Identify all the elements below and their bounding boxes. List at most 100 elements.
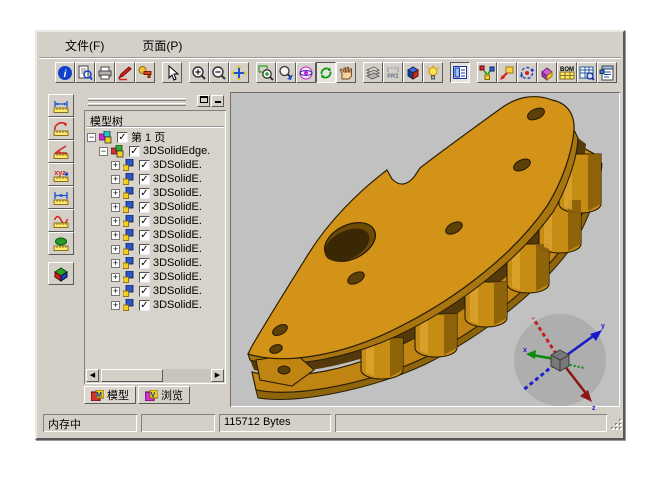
select-button[interactable] (162, 62, 182, 83)
expand-icon[interactable]: + (111, 189, 120, 198)
expand-icon[interactable]: + (111, 203, 120, 212)
view-cube-button[interactable] (48, 262, 74, 285)
info-button[interactable]: i (55, 62, 75, 83)
orbit-button[interactable] (296, 62, 316, 83)
expand-icon[interactable]: + (111, 245, 120, 254)
expand-icon[interactable]: + (111, 217, 120, 226)
pan-button[interactable] (229, 62, 249, 83)
tab-browse[interactable]: V 浏览 (138, 386, 190, 404)
menu-page[interactable]: 页面(P) (138, 35, 186, 56)
lighting-button[interactable] (423, 62, 443, 83)
scrollbar-thumb[interactable] (101, 369, 163, 382)
toolbar-group-zoom (189, 62, 249, 83)
zoom-dynamic-button[interactable] (276, 62, 296, 83)
expand-icon[interactable]: + (111, 259, 120, 268)
measure-distance-button[interactable] (48, 186, 74, 209)
measure-coordinate-button[interactable]: xyz (48, 163, 74, 186)
panel-hide-button[interactable] (211, 95, 224, 107)
print-button[interactable] (95, 62, 115, 83)
checkbox-checked[interactable]: ✓ (117, 132, 128, 143)
scroll-right-button[interactable]: ▶ (211, 369, 224, 382)
checkbox-checked[interactable]: ✓ (139, 300, 150, 311)
tree-row-page[interactable]: − ✓ 第 1 页 (87, 130, 223, 144)
svg-text:V: V (151, 392, 156, 399)
desktop: { "menu": { "items": [ { "label": "文件(F)… (0, 0, 660, 477)
checkbox-checked[interactable]: ✓ (139, 202, 150, 213)
tree-row-part[interactable]: + ✓ 3DSolidE. (87, 284, 223, 298)
layers-button[interactable] (363, 62, 383, 83)
checkbox-checked[interactable]: ✓ (139, 230, 150, 241)
tree-row-part[interactable]: + ✓ 3DSolidE. (87, 298, 223, 312)
expand-icon[interactable]: + (111, 301, 120, 310)
erase-part-button[interactable] (537, 62, 557, 83)
tree-label: 3DSolidE. (153, 285, 202, 297)
zoom-out-button[interactable] (209, 62, 229, 83)
tree-horizontal-scrollbar[interactable]: ◀ ▶ (86, 369, 224, 382)
print-preview-button[interactable] (75, 62, 95, 83)
tree-panel-caption[interactable] (84, 94, 226, 108)
checkbox-checked[interactable]: ✓ (139, 160, 150, 171)
explode-button[interactable] (477, 62, 497, 83)
menu-file[interactable]: 文件(F) (61, 35, 108, 56)
dock-gripper-2 (88, 103, 186, 106)
status-field-4 (335, 414, 607, 432)
table-query-button[interactable] (577, 62, 597, 83)
viewport-3d[interactable]: x y z (230, 92, 620, 407)
panel-float-button[interactable] (197, 95, 210, 107)
checkbox-checked[interactable]: ✓ (139, 216, 150, 227)
tree-row-part[interactable]: + ✓ 3DSolidE. (87, 270, 223, 284)
tab-label: 模型 (107, 387, 129, 403)
tree-row-part[interactable]: + ✓ 3DSolidE. (87, 200, 223, 214)
checkbox-checked[interactable]: ✓ (139, 272, 150, 283)
tree-row-part[interactable]: + ✓ 3DSolidE. (87, 242, 223, 256)
expand-icon[interactable]: + (111, 175, 120, 184)
resize-grip[interactable] (610, 418, 623, 431)
checkbox-checked[interactable]: ✓ (139, 174, 150, 185)
expand-icon[interactable]: + (111, 273, 120, 282)
measure-xyz-icon: xyz (53, 167, 69, 183)
measure-radius-button[interactable] (48, 117, 74, 140)
render-cube-button[interactable] (403, 62, 423, 83)
tree-row-part[interactable]: + ✓ 3DSolidE. (87, 228, 223, 242)
expand-icon[interactable]: + (111, 231, 120, 240)
zoom-in-button[interactable] (189, 62, 209, 83)
rotate-part-button[interactable] (517, 62, 537, 83)
model-tree: − ✓ 第 1 页 − ✓ 3DSolidEdge. + ✓ 3DSolid (87, 130, 223, 312)
pmi-button[interactable]: PMI (383, 62, 403, 83)
move-part-button[interactable] (497, 62, 517, 83)
model-tree-toggle-button[interactable] (450, 62, 470, 83)
stamp-button[interactable] (135, 62, 155, 83)
status-memory: 内存中 (43, 414, 137, 432)
zoom-window-button[interactable] (256, 62, 276, 83)
collapse-icon[interactable]: − (87, 133, 96, 142)
zoom-out-icon (211, 65, 227, 81)
measure-area-button[interactable] (48, 232, 74, 255)
measure-angle-button[interactable] (48, 140, 74, 163)
tree-row-part[interactable]: + ✓ 3DSolidE. (87, 158, 223, 172)
checkbox-checked[interactable]: ✓ (139, 188, 150, 199)
minimize-icon (214, 96, 222, 103)
annotate-button[interactable] (115, 62, 135, 83)
checkbox-checked[interactable]: ✓ (139, 244, 150, 255)
hand-icon (338, 65, 354, 81)
tree-row-assembly[interactable]: − ✓ 3DSolidEdge. (87, 144, 223, 158)
expand-icon[interactable]: + (111, 287, 120, 296)
tree-row-part[interactable]: + ✓ 3DSolidE. (87, 172, 223, 186)
collapse-icon[interactable]: − (99, 147, 108, 156)
measure-length-button[interactable] (48, 94, 74, 117)
tab-model[interactable]: M 模型 (84, 386, 136, 404)
tree-row-part[interactable]: + ✓ 3DSolidE. (87, 214, 223, 228)
report-button[interactable] (597, 62, 617, 83)
rotate-view-button[interactable] (316, 62, 336, 83)
checkbox-checked[interactable]: ✓ (139, 286, 150, 297)
tree-row-part[interactable]: + ✓ 3DSolidE. (87, 256, 223, 270)
checkbox-checked[interactable]: ✓ (139, 258, 150, 269)
pan-hand-button[interactable] (336, 62, 356, 83)
nav-triad[interactable]: x y z (510, 310, 610, 410)
tree-row-part[interactable]: + ✓ 3DSolidE. (87, 186, 223, 200)
expand-icon[interactable]: + (111, 161, 120, 170)
bom-button[interactable]: BOM (557, 62, 577, 83)
measure-curve-button[interactable] (48, 209, 74, 232)
checkbox-checked[interactable]: ✓ (129, 146, 140, 157)
scroll-left-button[interactable]: ◀ (86, 369, 99, 382)
